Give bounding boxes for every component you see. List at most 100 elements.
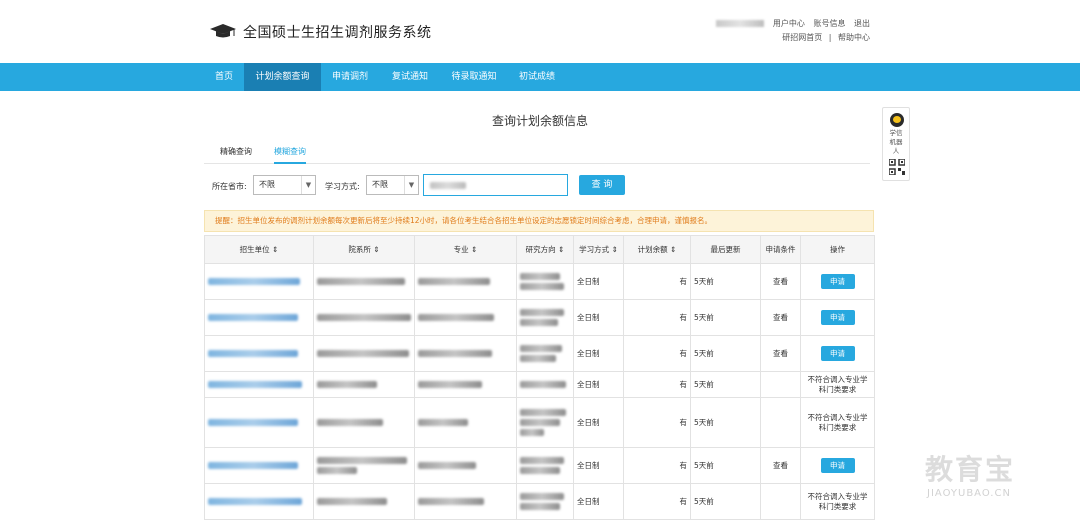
top-header: 全国硕士生招生调剂服务系统 用户中心 账号信息 退出 研招网首页 | 帮助中心 [0,0,1080,63]
chevron-down-icon: ▼ [404,176,418,194]
site-title: 全国硕士生招生调剂服务系统 [243,25,432,41]
department-cell [313,335,415,372]
study-mode-label: 学习方式: [325,182,360,191]
nav-apply-transfer[interactable]: 申请调剂 [321,63,379,91]
province-select-value: 不限 [259,180,275,189]
table-row: 全日制 有 5天前 不符合调入专业学科门类要求 [204,483,875,520]
condition-link[interactable] [760,483,801,520]
province-select[interactable]: 不限 ▼ [253,175,316,195]
major-cell [414,299,517,336]
apply-button[interactable]: 申请 [820,274,855,289]
user-center-link[interactable]: 用户中心 [773,19,805,28]
col-header-major[interactable]: 专业 ⇕ [414,235,517,264]
unit-cell[interactable] [204,299,314,336]
apply-button[interactable]: 申请 [820,310,855,325]
watermark-cn: 教育宝 [925,453,1016,486]
qr-code-icon[interactable] [889,159,905,175]
updated-cell: 5天前 [690,299,761,336]
study-mode-cell: 全日制 [573,299,624,336]
major-cell [414,397,517,448]
major-cell [414,335,517,372]
apply-button[interactable]: 申请 [820,346,855,361]
unit-cell[interactable] [204,263,314,300]
tab-fuzzy-query[interactable]: 模糊查询 [274,146,306,164]
updated-cell: 5天前 [690,263,761,300]
table-row: 全日制 有 5天前 查看 申请 [204,299,875,336]
unit-cell[interactable] [204,397,314,448]
nav-home[interactable]: 首页 [204,63,244,91]
study-mode-cell: 全日制 [573,263,624,300]
table-header-row: 招生单位 ⇕ 院系所 ⇕ 专业 ⇕ 研究方向 ⇕ 学习方式 ⇕ 计划余额 ⇕ 最… [204,235,875,264]
updated-cell: 5天前 [690,397,761,448]
tab-exact-query[interactable]: 精确查询 [220,146,252,157]
yanzhao-home-link[interactable]: 研招网首页 [782,33,822,42]
unit-cell[interactable] [204,371,314,398]
col-header-updated: 最后更新 [690,235,761,264]
apply-button[interactable]: 申请 [820,458,855,473]
condition-link[interactable]: 查看 [760,335,801,372]
balance-cell: 有 [623,483,691,520]
condition-link[interactable] [760,371,801,398]
redacted-keyword [430,182,466,189]
chevron-down-icon: ▼ [301,176,315,194]
col-header-condition: 申请条件 [760,235,801,264]
query-tabs: 精确查询 模糊查询 [204,140,870,164]
unit-cell[interactable] [204,447,314,484]
user-links: 用户中心 账号信息 退出 研招网首页 | 帮助中心 [710,17,870,45]
condition-link[interactable]: 查看 [760,263,801,300]
logout-link[interactable]: 退出 [854,19,870,28]
unit-cell[interactable] [204,335,314,372]
condition-link[interactable] [760,397,801,448]
ineligible-note: 不符合调入专业学科门类要求 [800,397,875,448]
nav-admission-notice[interactable]: 待录取通知 [441,63,507,91]
table-row: 全日制 有 5天前 不符合调入专业学科门类要求 [204,397,875,448]
balance-cell: 有 [623,299,691,336]
table-row: 全日制 有 5天前 不符合调入专业学科门类要求 [204,371,875,398]
nav-plan-balance[interactable]: 计划余额查询 [244,63,321,91]
updated-cell: 5天前 [690,371,761,398]
results-table: 招生单位 ⇕ 院系所 ⇕ 专业 ⇕ 研究方向 ⇕ 学习方式 ⇕ 计划余额 ⇕ 最… [204,235,875,520]
study-mode-select-value: 不限 [372,180,388,189]
study-mode-select[interactable]: 不限 ▼ [366,175,419,195]
major-cell [414,447,517,484]
col-header-study-mode[interactable]: 学习方式 ⇕ [573,235,624,264]
direction-cell [516,483,574,520]
col-header-balance[interactable]: 计划余额 ⇕ [623,235,691,264]
direction-cell [516,263,574,300]
balance-cell: 有 [623,263,691,300]
department-cell [313,371,415,398]
study-mode-cell: 全日制 [573,371,624,398]
robot-icon[interactable] [890,113,904,127]
page-title: 查询计划余额信息 [491,114,588,128]
updated-cell: 5天前 [690,447,761,484]
updated-cell: 5天前 [690,483,761,520]
updated-cell: 5天前 [690,335,761,372]
direction-cell [516,447,574,484]
keyword-search-input[interactable] [423,174,568,196]
table-row: 全日制 有 5天前 查看 申请 [204,263,875,300]
col-header-direction[interactable]: 研究方向 ⇕ [516,235,574,264]
col-header-unit[interactable]: 招生单位 ⇕ [204,235,314,264]
search-button[interactable]: 查 询 [579,175,625,195]
watermark-en: JIAOYUBAO.CN [927,488,1011,499]
nav-initial-score[interactable]: 初试成绩 [507,63,567,91]
direction-cell [516,397,574,448]
main-nav: 首页 计划余额查询 申请调剂 复试通知 待录取通知 初试成绩 [0,63,1080,91]
table-row: 全日制 有 5天前 查看 申请 [204,447,875,484]
balance-cell: 有 [623,447,691,484]
nav-retest-notice[interactable]: 复试通知 [379,63,441,91]
col-header-department[interactable]: 院系所 ⇕ [313,235,415,264]
province-label: 所在省市: [212,182,247,191]
major-cell [414,483,517,520]
ineligible-note: 不符合调入专业学科门类要求 [800,371,875,398]
unit-cell[interactable] [204,483,314,520]
condition-link[interactable]: 查看 [760,299,801,336]
robot-label[interactable]: 学信机器人 [883,129,909,156]
side-widget: 学信机器人 [882,107,910,181]
condition-link[interactable]: 查看 [760,447,801,484]
department-cell [313,397,415,448]
help-center-link[interactable]: 帮助中心 [838,33,870,42]
department-cell [313,447,415,484]
account-info-link[interactable]: 账号信息 [813,19,845,28]
direction-cell [516,371,574,398]
